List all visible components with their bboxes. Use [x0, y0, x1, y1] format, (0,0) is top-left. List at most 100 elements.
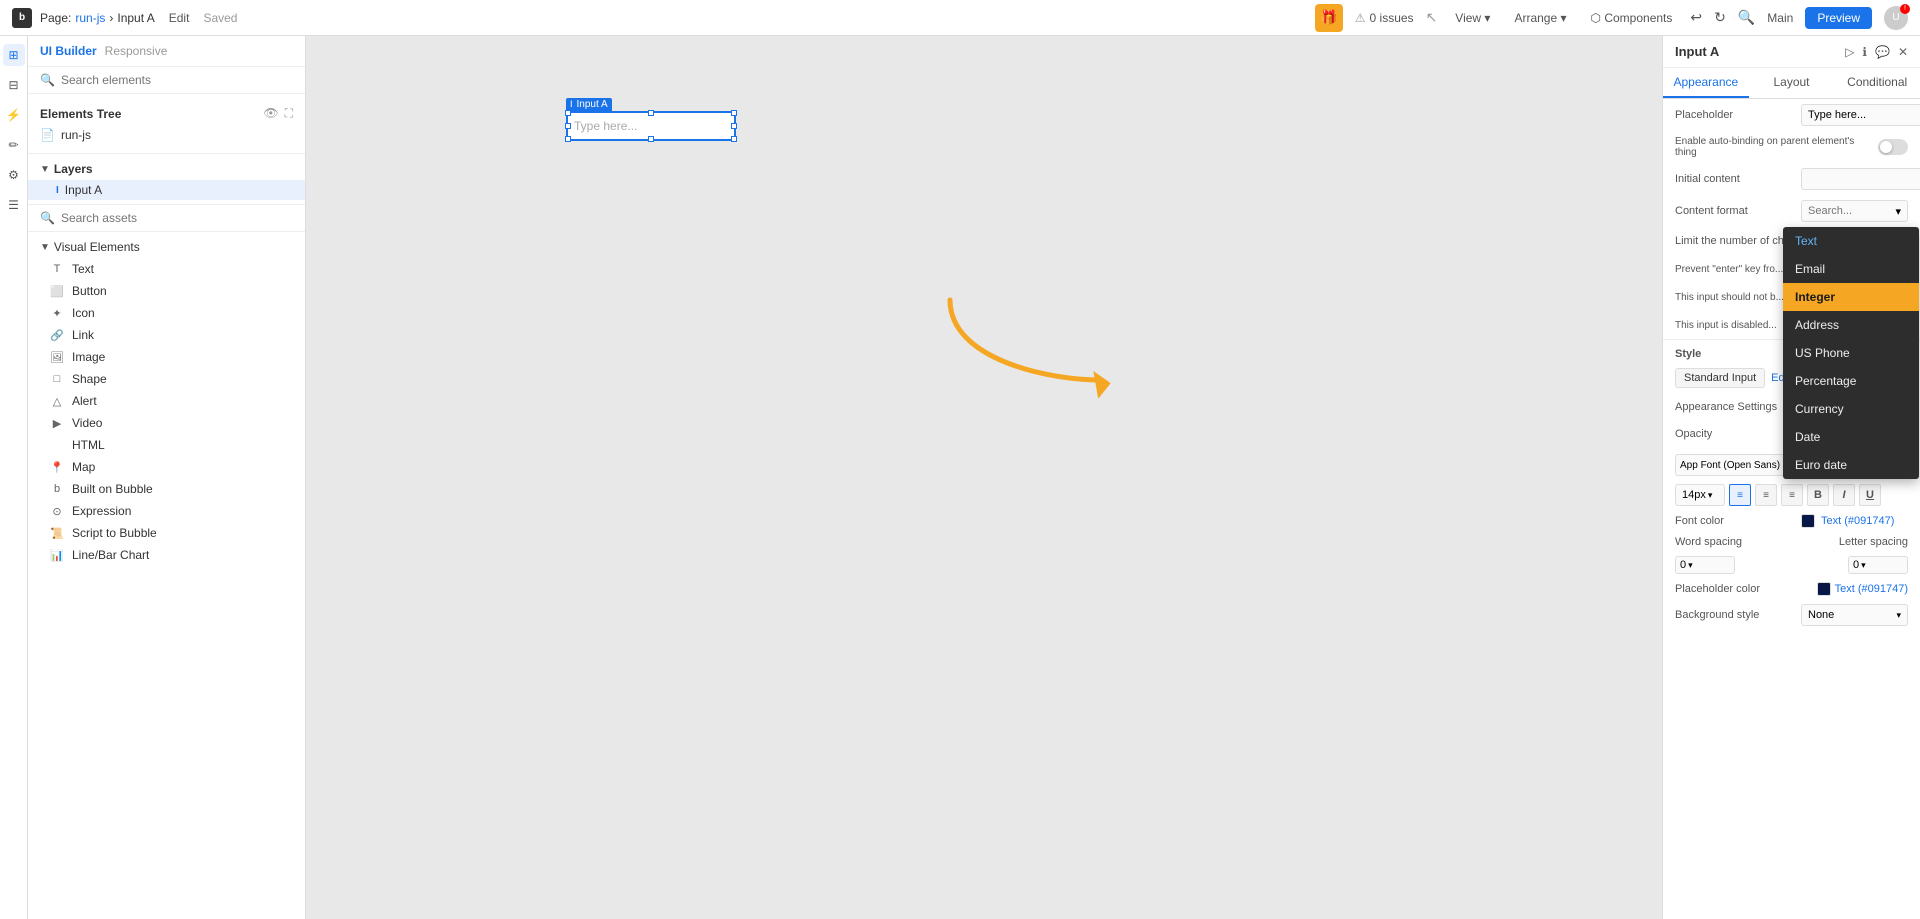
handle-tl[interactable]	[565, 110, 571, 116]
visual-item-icon[interactable]: ✦ Icon	[28, 302, 305, 324]
handle-br[interactable]	[731, 136, 737, 142]
info-icon[interactable]: ℹ	[1862, 45, 1867, 59]
close-icon[interactable]: ✕	[1898, 45, 1908, 59]
handle-tr[interactable]	[731, 110, 737, 116]
settings-icon[interactable]: ☰	[3, 194, 25, 216]
edit-button[interactable]: Edit	[163, 9, 196, 27]
visual-item-text[interactable]: T Text	[28, 258, 305, 280]
plugin-icon[interactable]: ⚙	[3, 164, 25, 186]
content-format-search[interactable]	[1808, 205, 1887, 217]
play-icon[interactable]: ▷	[1845, 45, 1854, 59]
handle-tm[interactable]	[648, 110, 654, 116]
format-option-email[interactable]: Email	[1783, 255, 1919, 283]
format-option-integer[interactable]: Integer	[1783, 283, 1919, 311]
style-icon[interactable]: ✏	[3, 134, 25, 156]
right-panel-header-icons: ▷ ℹ 💬 ✕	[1845, 45, 1908, 59]
visual-item-link[interactable]: 🔗 Link	[28, 324, 305, 346]
search-icon[interactable]: 🔍	[1738, 9, 1755, 26]
placeholder-color-text[interactable]: Text (#091747)	[1835, 583, 1908, 595]
word-spacing-input[interactable]: 0 ▾	[1675, 556, 1735, 574]
auto-binding-label: Enable auto-binding on parent element's …	[1675, 136, 1872, 158]
components-button[interactable]: ⬡ Components	[1585, 9, 1679, 27]
initial-content-input[interactable]	[1801, 168, 1920, 190]
canvas-input-wrapper: I Input A Type here...	[566, 96, 736, 141]
visual-item-icon: 🔗	[50, 329, 64, 342]
align-right-button[interactable]: ≡	[1781, 484, 1803, 506]
format-option-percentage[interactable]: Percentage	[1783, 367, 1919, 395]
visual-item-icon: △	[50, 395, 64, 408]
placeholder-color-row: Placeholder color Text (#091747)	[1663, 578, 1920, 600]
visual-item-label: Map	[72, 460, 95, 474]
visual-item-icon: ⊙	[50, 505, 64, 518]
format-option-euro-date[interactable]: Euro date	[1783, 451, 1919, 479]
align-left-button[interactable]: ≡	[1729, 484, 1751, 506]
visual-item-image[interactable]: 🖼 Image	[28, 346, 305, 368]
font-color-swatch[interactable]	[1801, 514, 1815, 528]
visual-item-map[interactable]: 📍 Map	[28, 456, 305, 478]
page-name[interactable]: run-js	[75, 11, 105, 25]
format-option-text[interactable]: Text	[1783, 227, 1919, 255]
format-option-date[interactable]: Date	[1783, 423, 1919, 451]
font-color-text[interactable]: Text (#091747)	[1821, 515, 1894, 527]
letter-spacing-input[interactable]: 0 ▾	[1848, 556, 1908, 574]
tree-item-run-js[interactable]: 📄 run-js	[28, 125, 305, 145]
undo-icon[interactable]: ↩	[1690, 9, 1702, 26]
canvas-input-element[interactable]: Type here...	[566, 111, 736, 141]
visibility-icon[interactable]: 👁	[263, 106, 278, 121]
visual-item-script-to-bubble[interactable]: 📜 Script to Bubble	[28, 522, 305, 544]
auto-binding-toggle[interactable]	[1878, 139, 1908, 155]
ui-builder-tab[interactable]: UI Builder	[40, 44, 97, 58]
content-format-dropdown[interactable]: ▾	[1801, 200, 1908, 222]
elements-tree-header: Elements Tree 👁 ⛶	[28, 102, 305, 125]
italic-button[interactable]: I	[1833, 484, 1855, 506]
handle-bm[interactable]	[648, 136, 654, 142]
page-info: Page: run-js › Input A	[40, 11, 155, 25]
visual-item-shape[interactable]: □ Shape	[28, 368, 305, 390]
format-option-currency[interactable]: Currency	[1783, 395, 1919, 423]
visual-item-icon: 📊	[50, 549, 64, 562]
visual-item-html[interactable]: HTML	[28, 434, 305, 456]
visual-item-built-on-bubble[interactable]: b Built on Bubble	[28, 478, 305, 500]
layers-header[interactable]: ▼ Layers	[28, 158, 305, 180]
data-icon[interactable]: ⊟	[3, 74, 25, 96]
visual-item-button[interactable]: ⬜ Button	[28, 280, 305, 302]
font-size-box[interactable]: 14px ▾	[1675, 484, 1725, 506]
background-style-select[interactable]: None ▾	[1801, 604, 1908, 626]
handle-mr[interactable]	[731, 123, 737, 129]
visual-item-line/bar-chart[interactable]: 📊 Line/Bar Chart	[28, 544, 305, 566]
tab-conditional[interactable]: Conditional	[1834, 68, 1920, 98]
visual-elements-header[interactable]: ▼ Visual Elements	[28, 236, 305, 258]
handle-ml[interactable]	[565, 123, 571, 129]
redo-icon[interactable]: ↻	[1714, 9, 1726, 26]
bold-button[interactable]: B	[1807, 484, 1829, 506]
align-center-button[interactable]: ≡	[1755, 484, 1777, 506]
search-elements-input[interactable]	[61, 73, 293, 87]
responsive-tab[interactable]: Responsive	[105, 44, 168, 58]
expand-icon[interactable]: ⛶	[285, 106, 293, 121]
preview-button[interactable]: Preview	[1805, 7, 1872, 29]
ui-icon[interactable]: ⊞	[3, 44, 25, 66]
underline-button[interactable]: U	[1859, 484, 1881, 506]
app-logo: b	[12, 8, 32, 28]
view-button[interactable]: View ▾	[1449, 9, 1496, 27]
comment-icon[interactable]: 💬	[1875, 45, 1890, 59]
arrange-button[interactable]: Arrange ▾	[1508, 9, 1572, 27]
tab-appearance[interactable]: Appearance	[1663, 68, 1749, 98]
handle-bl[interactable]	[565, 136, 571, 142]
format-option-address[interactable]: Address	[1783, 311, 1919, 339]
visual-item-alert[interactable]: △ Alert	[28, 390, 305, 412]
tab-layout[interactable]: Layout	[1749, 68, 1835, 98]
input-disabled-label: This input is disabled...	[1675, 320, 1795, 331]
standard-input-button[interactable]: Standard Input	[1675, 368, 1765, 388]
format-option-us-phone[interactable]: US Phone	[1783, 339, 1919, 367]
tree-item-text: run-js	[61, 128, 91, 142]
placeholder-input[interactable]	[1801, 104, 1920, 126]
tree-header-icons: 👁 ⛶	[263, 106, 293, 121]
visual-item-video[interactable]: ▶ Video	[28, 412, 305, 434]
workflow-icon[interactable]: ⚡	[3, 104, 25, 126]
gift-icon[interactable]: 🎁	[1315, 4, 1343, 32]
layers-item-input-a[interactable]: I Input A	[28, 180, 305, 200]
search-assets-input[interactable]	[61, 211, 293, 225]
placeholder-color-swatch[interactable]	[1817, 582, 1831, 596]
visual-item-expression[interactable]: ⊙ Expression	[28, 500, 305, 522]
